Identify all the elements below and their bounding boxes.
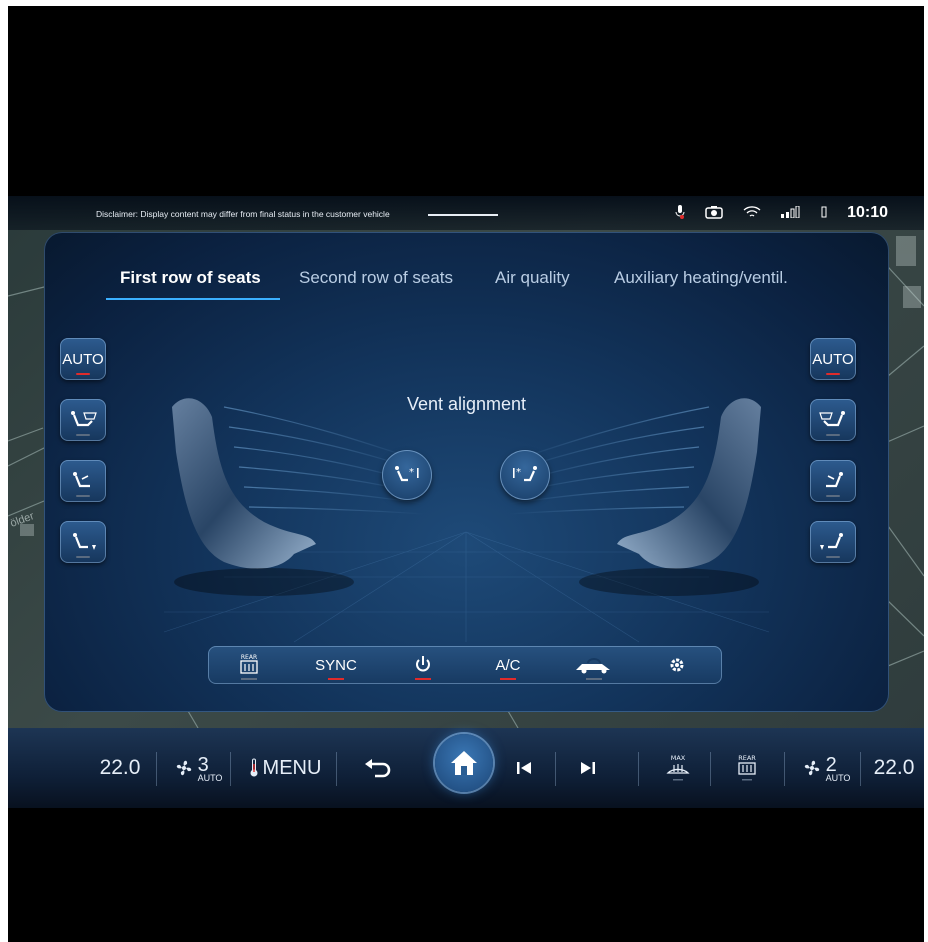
previous-track-button[interactable] [504, 728, 544, 808]
skip-next-icon [581, 762, 595, 774]
right-auto-label: AUTO [812, 350, 854, 368]
climate-power-icon [416, 656, 430, 672]
left-temperature[interactable]: 22.0 [92, 728, 148, 808]
right-auto-indicator [826, 373, 840, 375]
right-lower-indicator [826, 556, 840, 558]
settings-icon [670, 658, 684, 672]
home-icon [451, 751, 477, 775]
rear-defrost-button[interactable]: REAR [222, 646, 276, 684]
sync-indicator [328, 678, 344, 680]
rear-defrost-icon: REAR [738, 754, 756, 781]
right-airflow-upper-button[interactable] [810, 460, 856, 502]
menu-button[interactable]: MENU [240, 728, 330, 808]
right-upper-indicator [826, 495, 840, 497]
left-fan-speed[interactable]: 3 AUTO [168, 728, 228, 808]
mic-icon [675, 204, 685, 223]
battery-icon [821, 205, 827, 221]
max-defrost-button[interactable]: MAX [653, 728, 703, 808]
status-icons: 10:10 [675, 202, 888, 224]
disclaimer-text: Disclaimer: Display content may differ f… [96, 209, 390, 219]
right-auto-button[interactable]: AUTO [810, 338, 856, 380]
svg-text:REAR: REAR [738, 754, 756, 762]
climate-dock: 22.0 3 AUTO MENU MAX REAR 2 AUTO 22.0 [8, 728, 924, 808]
tab-air-quality[interactable]: Air quality [495, 268, 570, 288]
tab-first-row[interactable]: First row of seats [120, 268, 261, 288]
right-temperature[interactable]: 22.0 [866, 728, 922, 808]
left-airflow-lower-button[interactable] [60, 521, 106, 563]
svg-text:*: * [516, 467, 521, 478]
back-icon [365, 759, 391, 778]
left-upper-indicator [76, 495, 90, 497]
max-defrost-icon: MAX [666, 754, 690, 781]
svg-text:REAR: REAR [241, 654, 257, 661]
ac-indicator [500, 678, 516, 680]
thermometer-icon [250, 758, 258, 777]
vent-passenger-button[interactable]: * [500, 450, 550, 500]
tab-second-row[interactable]: Second row of seats [299, 268, 453, 288]
recirculation-button[interactable] [564, 646, 624, 684]
vent-alignment-title: Vent alignment [406, 394, 527, 414]
ac-button[interactable]: A/C [478, 646, 538, 684]
left-auto-label: AUTO [62, 350, 104, 368]
dock-separator [230, 752, 231, 786]
right-fan-mode: AUTO [825, 772, 851, 783]
left-windshield-indicator [76, 434, 90, 436]
left-auto-button[interactable]: AUTO [60, 338, 106, 380]
wifi-icon [743, 205, 761, 222]
climate-power-indicator [415, 678, 431, 680]
dock-separator [784, 752, 785, 786]
right-fan-speed[interactable]: 2 AUTO [796, 728, 856, 808]
dock-separator [860, 752, 861, 786]
dock-separator [555, 752, 556, 786]
status-bar: Disclaimer: Display content may differ f… [8, 196, 924, 230]
dock-separator [156, 752, 157, 786]
airflow-lower-icon [820, 533, 843, 550]
svg-text:MAX: MAX [671, 754, 686, 762]
vent-driver-button[interactable]: * [382, 450, 432, 500]
rear-defrost-indicator [241, 678, 257, 680]
sync-button[interactable]: SYNC [306, 646, 366, 684]
clock: 10:10 [847, 204, 888, 221]
back-button[interactable] [348, 728, 408, 808]
tab-bar: First row of seats Second row of seats A… [44, 268, 889, 308]
fan-icon [176, 760, 191, 776]
dock-separator [336, 752, 337, 786]
climate-function-bar: REAR SYNC A/C [208, 646, 722, 684]
sync-label: SYNC [315, 656, 357, 674]
climate-panel: First row of seats Second row of seats A… [44, 232, 889, 712]
menu-label: MENU [262, 756, 322, 779]
recirculation-indicator [586, 678, 602, 680]
left-lower-indicator [76, 556, 90, 558]
airflow-lower-icon [73, 533, 96, 550]
active-tab-underline [106, 298, 280, 300]
recirculation-icon [576, 658, 610, 674]
ac-label: A/C [495, 656, 521, 674]
camera-icon [705, 205, 723, 222]
airflow-upper-icon [826, 472, 843, 488]
left-fan-mode: AUTO [197, 772, 223, 783]
skip-previous-icon [517, 762, 531, 774]
airflow-upper-icon [73, 472, 90, 488]
next-track-button[interactable] [568, 728, 608, 808]
left-airflow-upper-button[interactable] [60, 460, 106, 502]
climate-power-button[interactable] [398, 646, 448, 684]
dock-separator [710, 752, 711, 786]
vent-passenger-icon: * [513, 466, 537, 482]
tab-auxiliary-heating[interactable]: Auxiliary heating/ventil. [614, 268, 788, 288]
signal-icon [781, 205, 801, 221]
left-auto-indicator [76, 373, 90, 375]
rear-window-defrost-button[interactable]: REAR [722, 728, 772, 808]
dock-separator [638, 752, 639, 786]
disclaimer-underline [428, 214, 498, 216]
climate-settings-button[interactable] [652, 646, 702, 684]
right-airflow-lower-button[interactable] [810, 521, 856, 563]
fan-icon [804, 760, 819, 776]
svg-text:*: * [409, 467, 414, 478]
infotainment-screen: ölder Disclaimer: Display content may di… [8, 196, 924, 808]
vent-driver-icon: * [395, 466, 419, 482]
home-button[interactable] [435, 734, 493, 792]
rear-defrost-icon: REAR [240, 654, 258, 674]
right-windshield-indicator [826, 434, 840, 436]
